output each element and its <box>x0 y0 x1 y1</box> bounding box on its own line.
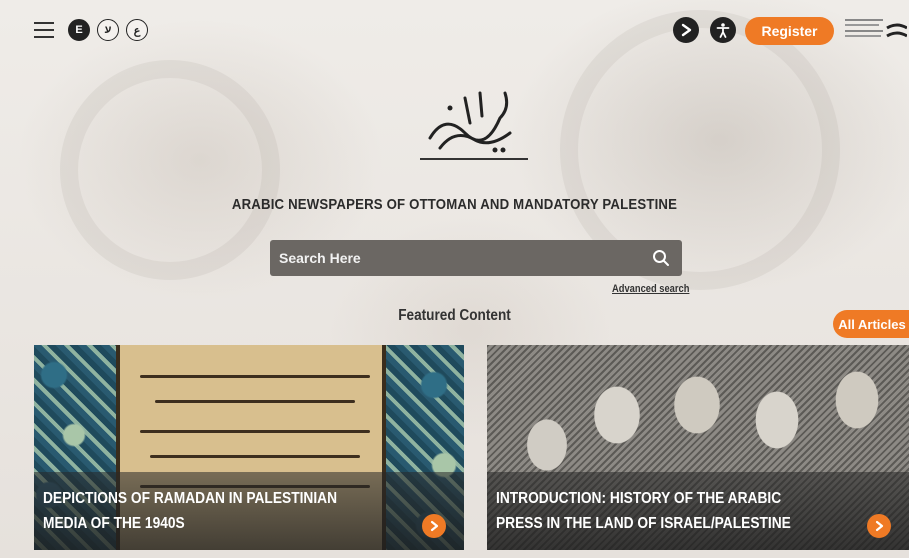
accessibility-icon[interactable] <box>710 17 736 43</box>
advanced-search-link[interactable]: Advanced search <box>612 283 689 295</box>
arrow-right-icon[interactable] <box>422 514 446 538</box>
featured-card[interactable]: DEPICTIONS OF RAMADAN IN PALESTINIAN MED… <box>34 345 464 550</box>
national-library-logo[interactable] <box>845 14 908 48</box>
background-ring <box>60 60 280 280</box>
all-articles-button[interactable]: All Articles <box>833 310 909 338</box>
top-bar: E ע ع Register <box>0 0 909 62</box>
search-input[interactable] <box>270 250 640 266</box>
register-button[interactable]: Register <box>745 17 834 45</box>
arrow-right-icon[interactable] <box>867 514 891 538</box>
search-bar <box>270 240 682 276</box>
menu-icon[interactable] <box>34 22 54 38</box>
language-english[interactable]: E <box>68 19 90 41</box>
jaraid-logo <box>410 78 535 168</box>
language-hebrew[interactable]: ע <box>97 19 119 41</box>
search-icon[interactable] <box>652 249 670 267</box>
featured-heading: Featured Content <box>398 307 511 324</box>
language-arabic[interactable]: ع <box>126 19 148 41</box>
site-subtitle: ARABIC NEWSPAPERS OF OTTOMAN AND MANDATO… <box>231 196 678 213</box>
card-title: DEPICTIONS OF RAMADAN IN PALESTINIAN MED… <box>43 490 338 532</box>
card-title: INTRODUCTION: HISTORY OF THE ARABIC PRES… <box>496 490 791 532</box>
share-icon[interactable] <box>673 17 699 43</box>
featured-card[interactable]: INTRODUCTION: HISTORY OF THE ARABIC PRES… <box>487 345 909 550</box>
